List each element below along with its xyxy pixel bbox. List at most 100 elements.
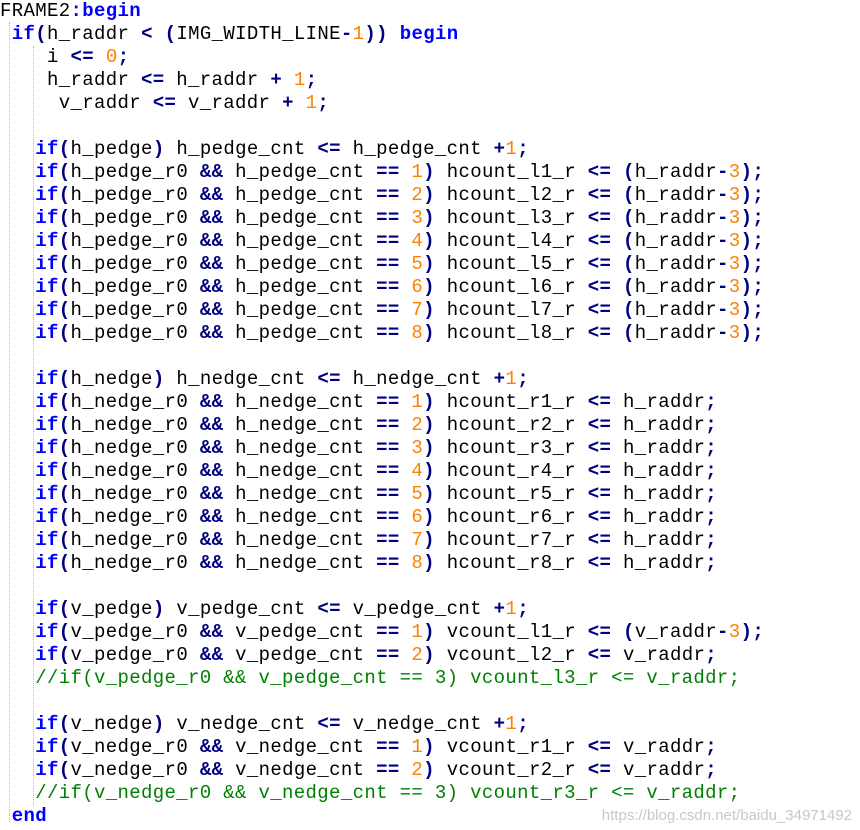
code-token: == xyxy=(376,161,400,183)
code-token: h_raddr xyxy=(611,460,706,482)
code-line: if(h_pedge_r0 && h_pedge_cnt == 1) hcoun… xyxy=(0,161,764,184)
code-token: h_pedge_r0 xyxy=(70,230,200,252)
code-token: ) xyxy=(423,736,435,758)
code-token: <= xyxy=(587,437,612,459)
code-token: <= xyxy=(317,598,341,620)
code-token: <= xyxy=(587,621,612,643)
code-token: 2 xyxy=(411,759,424,781)
code-token: 1 xyxy=(411,161,424,183)
code-token: ( xyxy=(623,276,635,298)
code-token: h_nedge_r0 xyxy=(70,529,200,551)
code-token: hcount_l3_r xyxy=(434,207,588,229)
code-token: v_pedge xyxy=(70,598,153,620)
code-token: - xyxy=(717,207,729,229)
code-token: 4 xyxy=(411,460,424,482)
code-token: if xyxy=(35,736,59,758)
code-token: vcount_r2_r xyxy=(434,759,588,781)
code-token: - xyxy=(340,23,353,45)
code-token: vcount_l1_r xyxy=(434,621,588,643)
code-editor[interactable]: FRAME2:begin if(h_raddr < (IMG_WIDTH_LIN… xyxy=(0,0,860,830)
code-token: ( xyxy=(58,207,71,229)
code-token: h_nedge_r0 xyxy=(70,391,200,413)
code-token: h_raddr xyxy=(634,299,718,321)
code-token: h_pedge_r0 xyxy=(70,207,200,229)
code-token: ( xyxy=(58,253,71,275)
code-line: //if(v_pedge_r0 && v_pedge_cnt == 3) vco… xyxy=(0,667,764,690)
code-token: 0 xyxy=(105,46,118,68)
code-token: <= xyxy=(317,138,341,160)
watermark: https://blog.csdn.net/baidu_34971492 xyxy=(601,807,852,824)
code-token: 2 xyxy=(411,414,424,436)
code-token: - xyxy=(717,322,729,344)
code-token: ; xyxy=(705,437,718,459)
code-token: v_nedge xyxy=(70,713,153,735)
code-token: h_raddr xyxy=(611,391,706,413)
code-token: h_pedge_cnt xyxy=(223,299,377,321)
code-token: ; xyxy=(705,736,718,758)
code-token: hcount_r5_r xyxy=(434,483,588,505)
code-token: hcount_l5_r xyxy=(434,253,588,275)
code-token: && xyxy=(199,276,224,298)
code-token: ); xyxy=(740,230,765,252)
code-token: h_nedge_cnt xyxy=(223,460,377,482)
code-token: hcount_l4_r xyxy=(434,230,588,252)
code-token: - xyxy=(717,276,729,298)
code-token: hcount_r2_r xyxy=(434,414,588,436)
code-token: == xyxy=(376,460,400,482)
code-token: h_nedge_cnt xyxy=(223,391,377,413)
code-token: hcount_l6_r xyxy=(434,276,588,298)
code-token: hcount_r6_r xyxy=(434,506,588,528)
code-token: 7 xyxy=(411,529,424,551)
code-line: v_raddr <= v_raddr + 1; xyxy=(0,92,764,115)
code-token: + xyxy=(282,92,294,114)
code-token: h_pedge_r0 xyxy=(70,299,200,321)
code-token: ( xyxy=(164,23,177,45)
code-token: ) xyxy=(152,713,165,735)
code-token: - xyxy=(717,161,729,183)
code-token: ( xyxy=(58,506,71,528)
code-text[interactable]: FRAME2:begin if(h_raddr < (IMG_WIDTH_LIN… xyxy=(0,0,764,828)
code-line: if(h_nedge_r0 && h_nedge_cnt == 5) hcoun… xyxy=(0,483,764,506)
code-token: - xyxy=(717,230,729,252)
code-token: end xyxy=(11,805,48,827)
code-token: ( xyxy=(58,621,71,643)
code-line: if(h_pedge_r0 && h_pedge_cnt == 8) hcoun… xyxy=(0,322,764,345)
code-token: ) xyxy=(423,644,435,666)
code-token: == xyxy=(376,506,400,528)
code-token: v_pedge_cnt xyxy=(223,644,377,666)
code-token: h_pedge xyxy=(70,138,153,160)
code-token: ; xyxy=(705,552,718,574)
code-token: h_pedge_cnt xyxy=(223,322,377,344)
code-token: v_raddr xyxy=(58,92,153,114)
code-token: ) xyxy=(423,161,435,183)
code-token: h_raddr xyxy=(634,161,718,183)
code-token: 5 xyxy=(411,483,424,505)
code-token: ) xyxy=(423,230,435,252)
code-token: ; xyxy=(517,598,529,620)
code-token: && xyxy=(199,207,224,229)
code-token: ; xyxy=(517,138,529,160)
code-token: ( xyxy=(58,299,71,321)
code-token: + xyxy=(493,368,506,390)
code-token: ) xyxy=(423,759,435,781)
